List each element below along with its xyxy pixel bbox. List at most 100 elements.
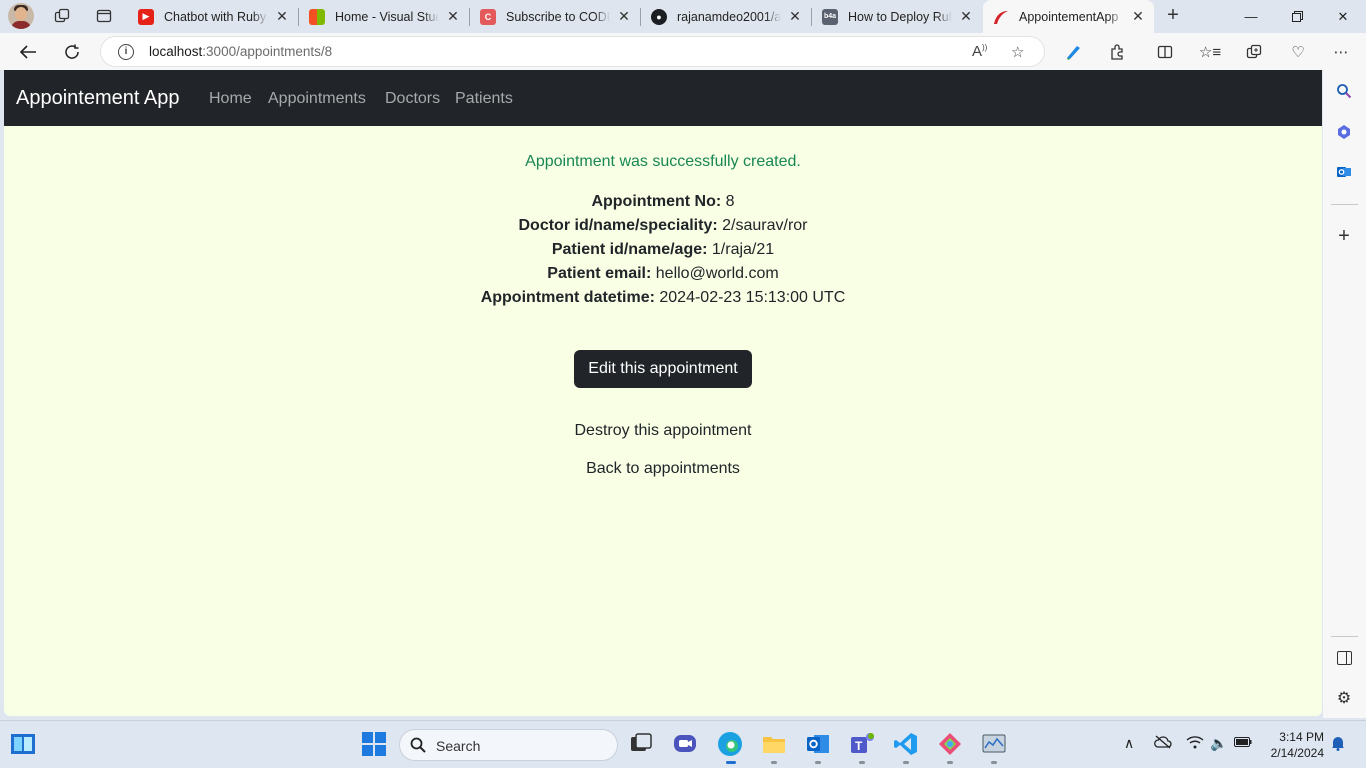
nav-link-patients[interactable]: Patients <box>455 90 513 108</box>
close-tab-icon[interactable]: ✕ <box>787 8 803 25</box>
profile-avatar[interactable] <box>8 3 34 29</box>
show-hidden-icons-icon[interactable]: ∧ <box>1124 735 1134 752</box>
flash-notice: Appointment was successfully created. <box>525 153 801 170</box>
performance-monitor-icon[interactable] <box>981 731 1007 757</box>
taskbar-search[interactable]: Search <box>399 729 618 761</box>
chat-icon[interactable] <box>672 731 698 757</box>
refresh-icon[interactable] <box>61 41 83 63</box>
favorites-icon[interactable]: ☆≡ <box>1199 42 1221 62</box>
file-explorer-icon[interactable] <box>761 731 787 757</box>
close-tab-icon[interactable]: ✕ <box>1130 8 1146 25</box>
settings-gear-icon[interactable]: ⚙ <box>1333 687 1355 709</box>
sidebar-divider <box>1331 204 1358 205</box>
detail-value: 8 <box>725 193 735 210</box>
destroy-appointment-link[interactable]: Destroy this appointment <box>575 422 752 439</box>
nav-link-home[interactable]: Home <box>209 90 252 108</box>
page-viewport: Appointement App Home Appointments Docto… <box>4 70 1322 716</box>
detail-patient: Patient id/name/age: 1/raja/21 <box>4 238 1322 262</box>
navbar-brand[interactable]: Appointement App <box>16 87 179 110</box>
tab-title: AppointementApp <box>1019 9 1119 24</box>
windows-taskbar: Search T ∧ 🔈 3:14 PM 2/14/2024 <box>0 720 1366 768</box>
battery-icon[interactable] <box>1234 735 1252 751</box>
detail-value: 2024-02-23 15:13:00 UTC <box>659 289 846 306</box>
url-path: :3000/appointments/8 <box>202 44 333 59</box>
start-windows-icon[interactable] <box>361 731 387 757</box>
new-tab-icon[interactable]: + <box>1162 5 1184 27</box>
hide-sidebar-icon[interactable] <box>1333 647 1355 669</box>
back-icon[interactable] <box>17 41 39 63</box>
destroy-appointment-button: Destroy this appointment <box>4 419 1322 443</box>
clock-time: 3:14 PM <box>1279 730 1324 744</box>
nav-link-appointments[interactable]: Appointments <box>268 90 366 108</box>
workspaces-icon[interactable] <box>53 7 71 25</box>
detail-doctor: Doctor id/name/speciality: 2/saurav/ror <box>4 214 1322 238</box>
search-icon[interactable] <box>1333 80 1355 102</box>
wifi-icon[interactable] <box>1186 735 1204 752</box>
minimize-icon[interactable]: — <box>1228 0 1274 33</box>
restore-icon[interactable] <box>1274 0 1320 33</box>
copilot-icon[interactable] <box>1333 121 1355 143</box>
read-aloud-icon[interactable]: A)) <box>972 43 987 60</box>
edge-browser-icon[interactable] <box>717 731 743 757</box>
close-tab-icon[interactable]: ✕ <box>445 8 461 25</box>
close-window-icon[interactable]: ✕ <box>1320 0 1366 33</box>
back-to-appointments-link[interactable]: Back to appointments <box>586 460 740 477</box>
git-tool-icon[interactable] <box>937 731 963 757</box>
clock-date: 2/14/2024 <box>1270 746 1324 760</box>
address-bar[interactable]: i localhost:3000/appointments/8 A)) ☆ <box>100 36 1045 67</box>
pen-extension-icon[interactable] <box>1063 42 1083 62</box>
extensions-icon[interactable] <box>1107 42 1127 62</box>
tab-actions-icon[interactable] <box>95 7 113 25</box>
sidebar-divider <box>1331 636 1358 637</box>
volume-icon[interactable]: 🔈 <box>1210 735 1227 752</box>
site-info-icon[interactable]: i <box>118 44 134 60</box>
running-indicator <box>991 761 997 764</box>
more-options-icon[interactable]: ⋯ <box>1331 42 1351 62</box>
url-host: localhost <box>149 44 203 59</box>
browser-essentials-icon[interactable]: ♡ <box>1288 42 1308 62</box>
close-tab-icon[interactable]: ✕ <box>274 8 290 25</box>
detail-label: Patient email: <box>547 265 652 282</box>
collections-icon[interactable] <box>1244 42 1264 62</box>
task-view-icon[interactable] <box>628 731 654 757</box>
github-icon: ● <box>651 8 667 25</box>
edit-appointment-button[interactable]: Edit this appointment <box>574 350 752 388</box>
tab-title: rajanamdeo2001/ap <box>677 9 781 24</box>
add-sidebar-app-icon[interactable]: + <box>1333 225 1355 247</box>
outlook-icon[interactable] <box>1333 161 1355 183</box>
browser-tab[interactable]: ● rajanamdeo2001/ap ✕ <box>641 0 811 33</box>
tab-strip: ▶ Chatbot with Ruby o ✕ Home - Visual St… <box>0 0 1366 33</box>
back-to-appointments: Back to appointments <box>4 457 1322 481</box>
youtube-icon: ▶ <box>138 8 154 25</box>
running-indicator <box>947 761 953 764</box>
vscode-icon[interactable] <box>893 731 919 757</box>
url-text[interactable]: localhost:3000/appointments/8 <box>149 44 332 59</box>
browser-tab[interactable]: ▶ Chatbot with Ruby o ✕ <box>128 0 298 33</box>
nav-link-doctors[interactable]: Doctors <box>385 90 440 108</box>
widgets-icon[interactable] <box>10 731 36 757</box>
running-indicator <box>903 761 909 764</box>
outlook-app-icon[interactable] <box>805 731 831 757</box>
browser-tab[interactable]: C Subscribe to CODE I ✕ <box>470 0 640 33</box>
onedrive-offline-icon[interactable] <box>1154 735 1172 752</box>
close-tab-icon[interactable]: ✕ <box>616 8 632 25</box>
browser-tab[interactable]: Home - Visual Studi ✕ <box>299 0 469 33</box>
detail-label: Patient id/name/age: <box>551 241 708 258</box>
active-app-indicator <box>726 761 736 764</box>
browser-tab[interactable]: b4a How to Deploy Ruby ✕ <box>812 0 982 33</box>
system-clock[interactable]: 3:14 PM 2/14/2024 <box>1262 729 1324 761</box>
detail-value: hello@world.com <box>655 265 779 282</box>
detail-label: Appointment No: <box>591 193 722 210</box>
search-icon <box>410 737 426 757</box>
split-screen-icon[interactable] <box>1155 42 1175 62</box>
detail-label: Doctor id/name/speciality: <box>518 217 718 234</box>
b4a-logo-icon: b4a <box>822 8 838 25</box>
notification-bell-icon[interactable] <box>1331 735 1345 754</box>
favorite-star-icon[interactable]: ☆ <box>1011 43 1024 61</box>
teams-icon[interactable]: T <box>849 731 875 757</box>
browser-toolbar: i localhost:3000/appointments/8 A)) ☆ ☆≡… <box>0 33 1366 70</box>
browser-tab-active[interactable]: AppointementApp ✕ <box>983 0 1154 33</box>
running-indicator <box>771 761 777 764</box>
close-tab-icon[interactable]: ✕ <box>958 8 974 25</box>
code-logo-icon: C <box>480 8 496 25</box>
